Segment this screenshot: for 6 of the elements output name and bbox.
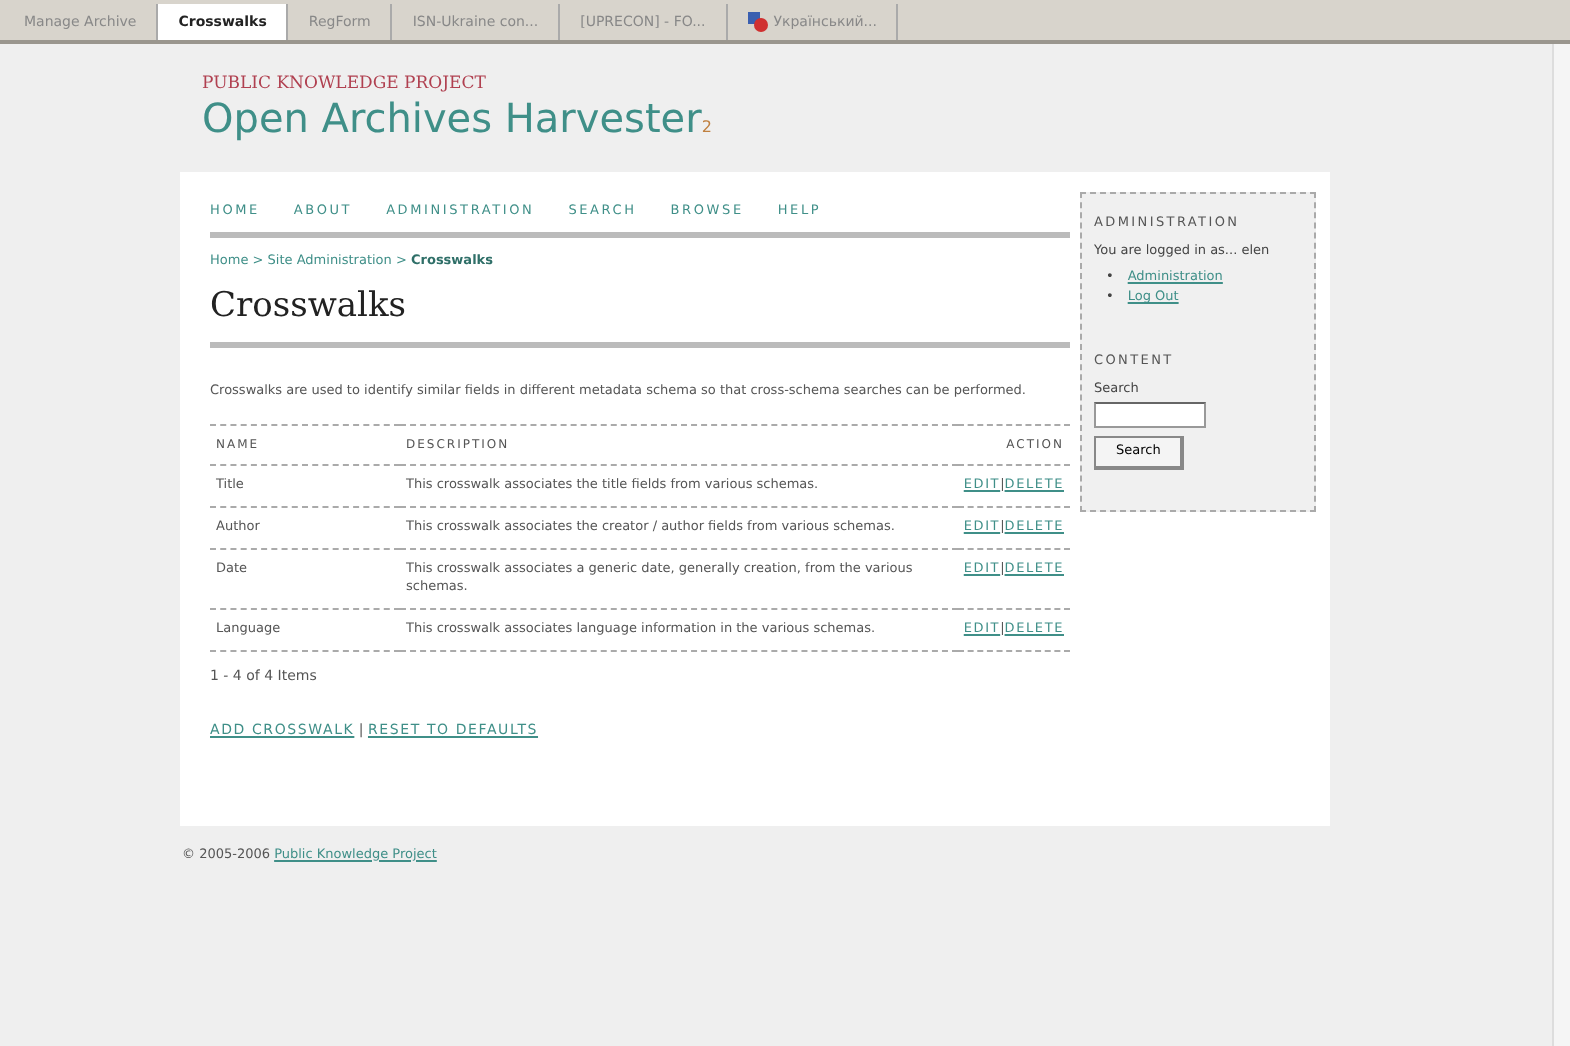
scrollbar[interactable] (1552, 44, 1570, 1046)
version-number: 2 (701, 117, 712, 136)
page-title: Crosswalks (210, 270, 1070, 348)
site-title: Open Archives Harvester (202, 93, 702, 142)
search-field[interactable] (1094, 402, 1206, 429)
org-name: PUBLIC KNOWLEDGE PROJECT (202, 72, 488, 98)
